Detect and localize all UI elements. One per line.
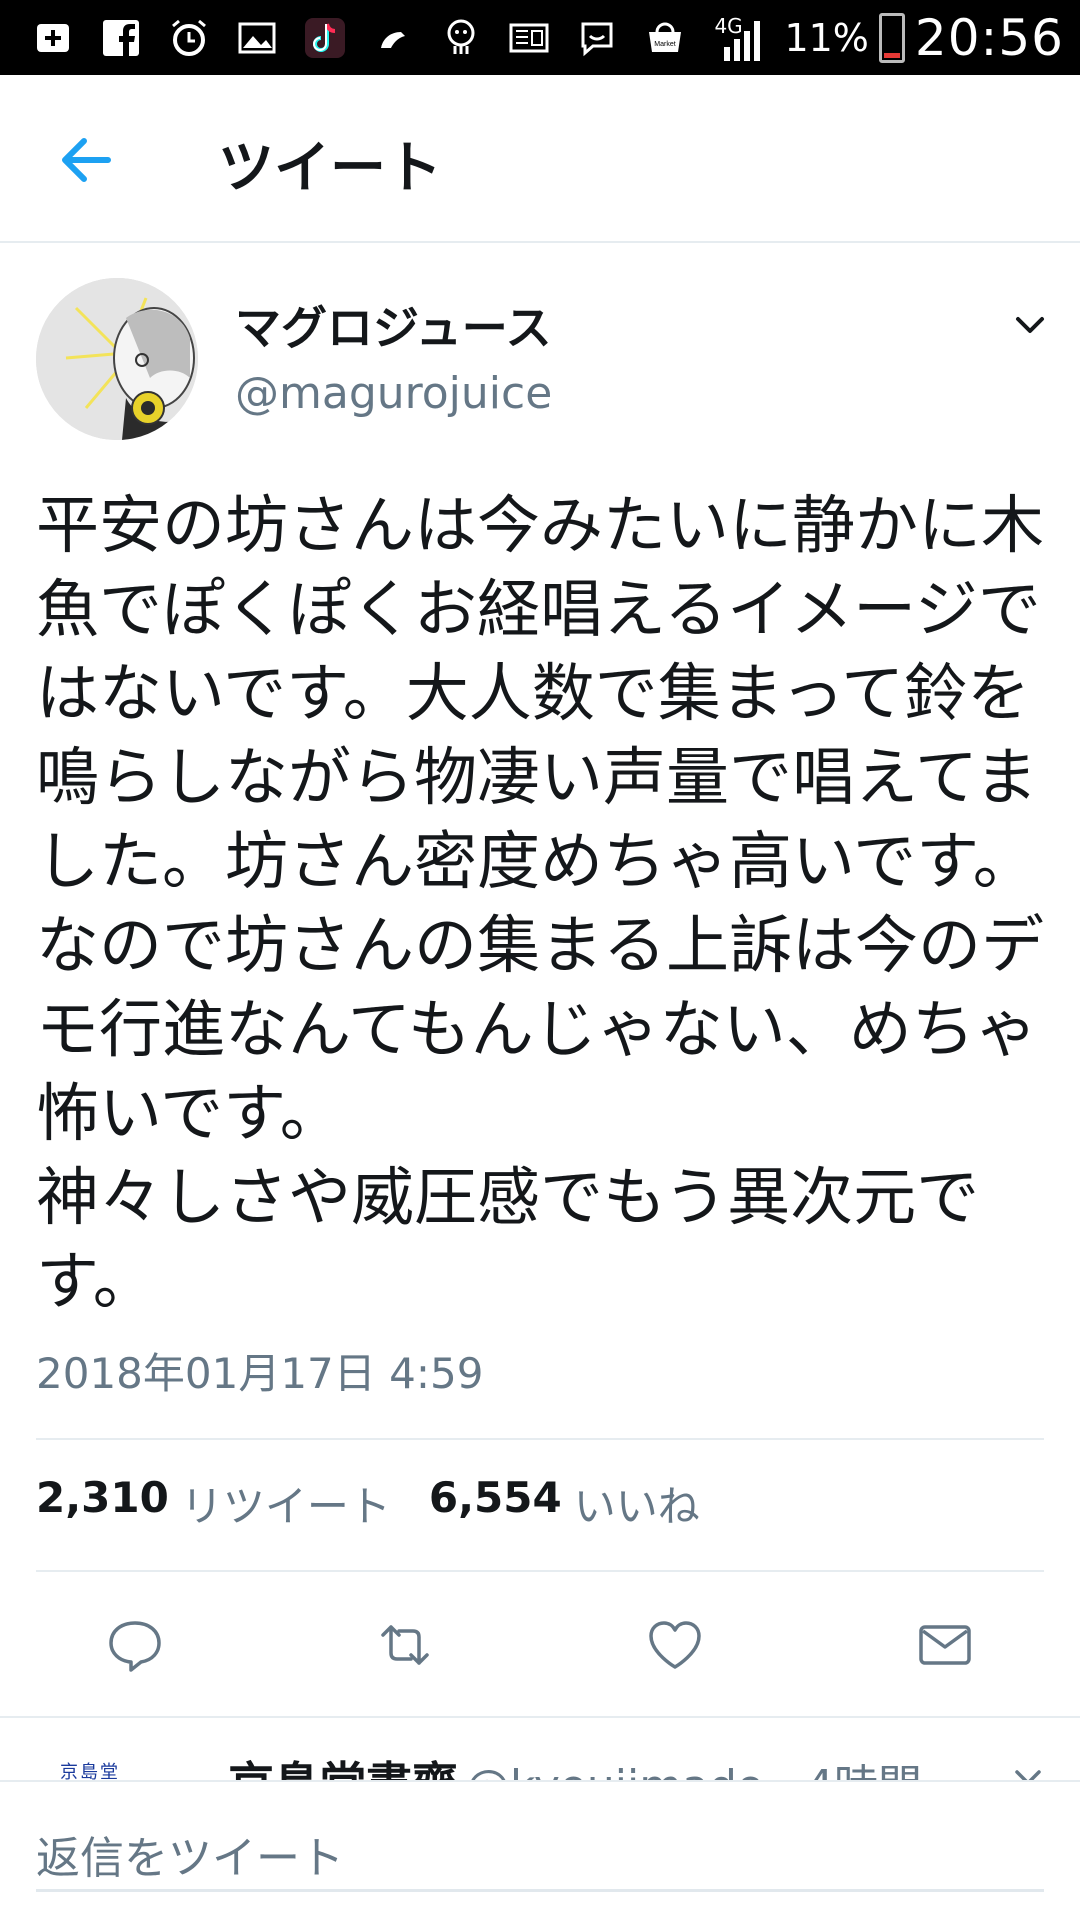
app-icon (370, 15, 416, 61)
top-app-bar: ツイート (0, 75, 1080, 243)
reply-preview[interactable]: 京島堂 京島堂書齋 @kyoujimado · 4時間 (0, 1718, 1080, 1780)
page-title: ツイート (218, 136, 442, 201)
divider (36, 1438, 1044, 1440)
retweet-label[interactable]: リツイート (181, 1473, 391, 1534)
reply-avatar[interactable]: 京島堂 (60, 1758, 120, 1780)
reply-handle: @kyoujimado · 4時間 (466, 1750, 922, 1780)
news-icon (506, 15, 552, 61)
chevron-down-icon[interactable] (1010, 305, 1050, 345)
back-arrow-icon[interactable] (52, 125, 122, 195)
like-label[interactable]: いいね (574, 1473, 700, 1534)
svg-text:Market: Market (654, 41, 675, 48)
network-type: 4G (714, 14, 743, 38)
chevron-down-icon[interactable] (1010, 1760, 1046, 1780)
market-icon: Market (642, 15, 688, 61)
notification-icons: Market (30, 10, 688, 66)
tweet-actions (0, 1610, 1080, 1680)
display-name[interactable]: マグロジュース (235, 292, 551, 358)
reply-input[interactable]: 返信をツイート (36, 1822, 1044, 1892)
tweet-timestamp: 2018年01月17日 4:59 (36, 1349, 484, 1398)
plus-box-icon (30, 15, 76, 61)
reply-compose-bar: 返信をツイート (0, 1780, 1080, 1920)
avatar[interactable] (36, 278, 198, 440)
tweet-text: 平安の坊さんは今みたいに静かに木魚でぽくぽくお経唱えるイメージではないです。大人… (36, 489, 1044, 1318)
signal-indicator: 4G (714, 13, 774, 63)
battery-percent: 11% (784, 16, 869, 60)
reply-display-name[interactable]: 京島堂書齋 (228, 1748, 458, 1780)
retweet-icon[interactable] (370, 1610, 440, 1680)
battery-icon (878, 13, 905, 63)
facebook-icon (98, 15, 144, 61)
tiktok-icon (302, 15, 348, 61)
like-count[interactable]: 6,554 (429, 1473, 562, 1534)
like-icon[interactable] (640, 1610, 710, 1680)
alarm-icon (166, 15, 212, 61)
status-right: 4G 11% 20:56 (714, 6, 1064, 70)
status-bar: Market 4G 11% 20:56 (0, 0, 1080, 75)
user-handle[interactable]: @magurojuice (235, 368, 552, 419)
gallery-icon (234, 15, 280, 61)
mascot-icon (438, 15, 484, 61)
clock: 20:56 (914, 9, 1064, 67)
reply-icon[interactable] (100, 1610, 170, 1680)
share-icon[interactable] (910, 1610, 980, 1680)
divider (36, 1570, 1044, 1572)
chat-icon (574, 15, 620, 61)
tweet-stats: 2,310 リツイート 6,554 いいね (36, 1473, 700, 1534)
retweet-count[interactable]: 2,310 (36, 1473, 169, 1534)
